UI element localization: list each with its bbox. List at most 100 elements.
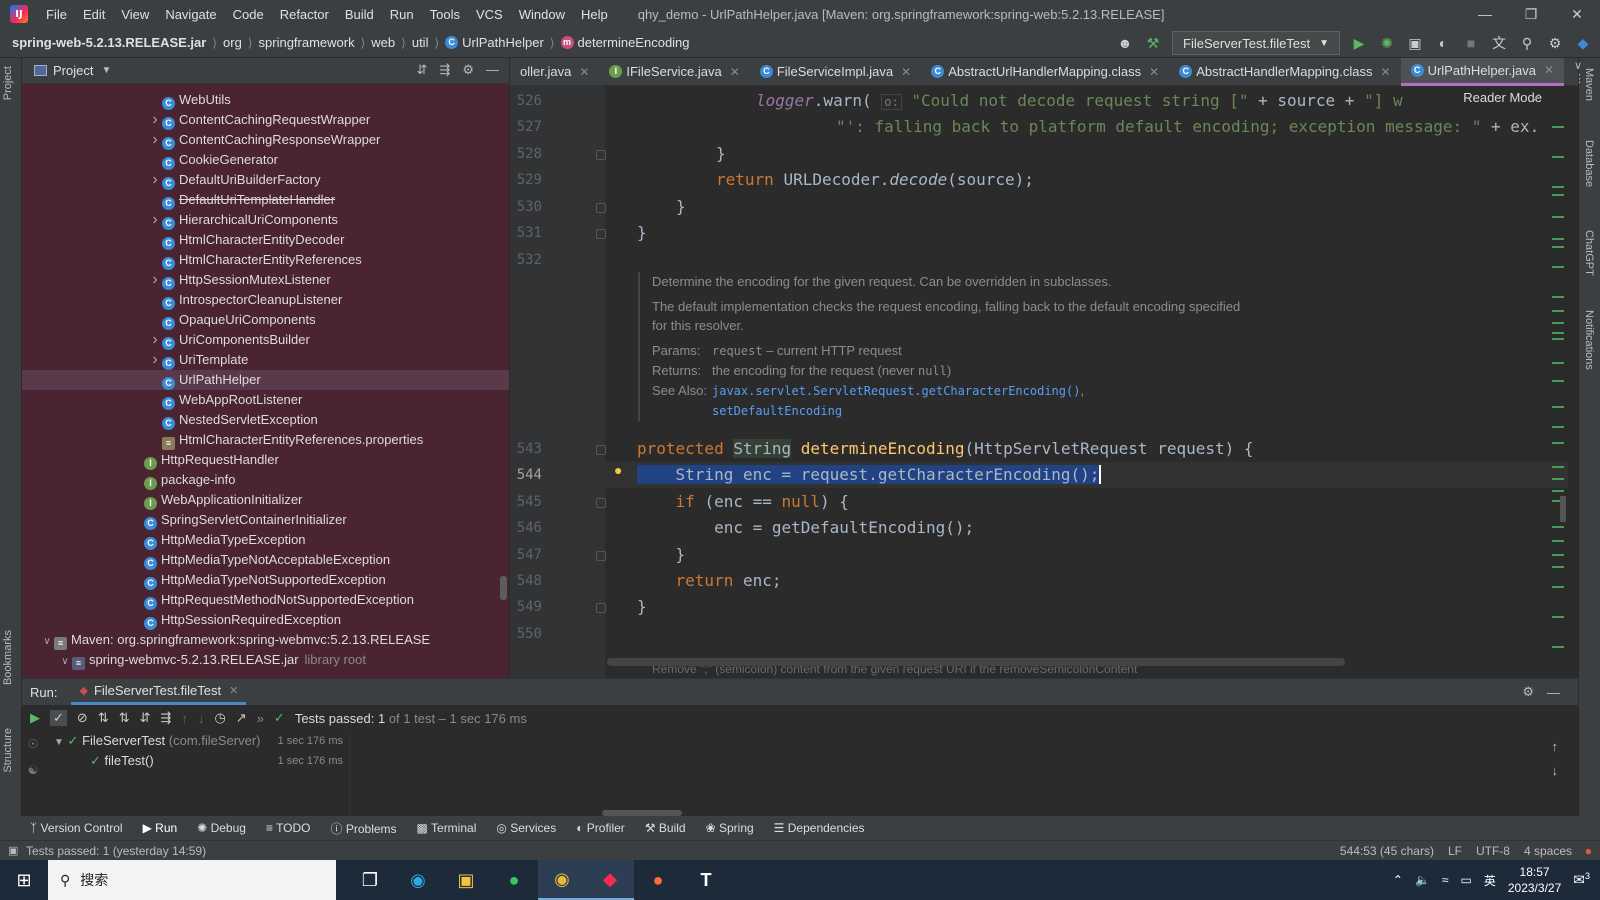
windows-start-icon[interactable]: ⊞ — [0, 870, 48, 891]
search-icon[interactable]: ⚲ — [1518, 34, 1536, 52]
pin-icon[interactable]: ☉ — [22, 731, 44, 757]
menu-window[interactable]: Window — [511, 7, 573, 22]
editor-scrollbar[interactable] — [1560, 496, 1566, 522]
fold-marker-icon[interactable] — [596, 445, 606, 455]
tool-run[interactable]: ▶ Run — [143, 821, 178, 835]
project-panel-title[interactable]: Project — [53, 63, 93, 78]
crumb-web[interactable]: web — [371, 35, 395, 50]
expand-all-icon[interactable]: ⇵ — [417, 62, 428, 78]
fold-marker-icon[interactable] — [596, 150, 606, 160]
menu-navigate[interactable]: Navigate — [157, 7, 224, 22]
menu-build[interactable]: Build — [337, 7, 382, 22]
gear-icon[interactable]: ⚙ — [462, 62, 474, 78]
tool-todo[interactable]: ≡ TODO — [266, 821, 311, 835]
chevron-down-icon[interactable]: ▼ — [54, 737, 64, 748]
menu-vcs[interactable]: VCS — [468, 7, 511, 22]
error-stripe-mark[interactable] — [1552, 322, 1564, 324]
code-editor[interactable]: 526 527 528 529 530 531 532 543 544 545 546 547 548 5… — [510, 86, 1568, 678]
tool-problems[interactable]: ⓘ Problems — [331, 820, 397, 837]
error-stripe-mark[interactable] — [1552, 554, 1564, 556]
tree-row[interactable]: ∨ ≡ Maven: org.springframework:spring-webm… — [22, 630, 509, 650]
tree-row[interactable]: C WebUtils — [22, 90, 509, 110]
error-stripe-mark[interactable] — [1552, 296, 1564, 298]
error-stripe-mark[interactable] — [1552, 156, 1564, 158]
tree-row[interactable]: I WebApplicationInitializer — [22, 490, 509, 510]
scroll-down-icon[interactable]: ↓ — [1552, 759, 1559, 783]
error-stripe-mark[interactable] — [1552, 478, 1564, 480]
notification-center-icon[interactable]: ✉3 — [1573, 871, 1590, 889]
editor-tab[interactable]: C AbstractHandlerMapping.class ✕ — [1169, 58, 1400, 86]
error-stripe-mark[interactable] — [1552, 540, 1564, 542]
error-stripe-mark[interactable] — [1552, 380, 1564, 382]
tool-terminal[interactable]: ▩ Terminal — [417, 821, 477, 835]
error-stripe-mark[interactable] — [1552, 186, 1564, 188]
battery-icon[interactable]: ▭ — [1461, 873, 1472, 887]
scroll-up-icon[interactable]: ↑ — [1552, 735, 1559, 759]
error-stripe-mark[interactable] — [1552, 238, 1564, 240]
menu-run[interactable]: Run — [382, 7, 422, 22]
camera-icon[interactable]: ☯ — [22, 757, 44, 783]
menu-edit[interactable]: Edit — [75, 7, 113, 22]
test-suite-row[interactable]: ▼ ✓ FileServerTest (com.fileServer) 1 se… — [46, 731, 349, 751]
tree-row[interactable]: › C UriComponentsBuilder — [22, 330, 509, 350]
horizontal-scrollbar[interactable] — [607, 658, 1345, 666]
chevron-down-icon[interactable]: ∨ — [40, 632, 54, 652]
fold-marker-icon[interactable] — [596, 603, 606, 613]
chevron-right-icon[interactable]: › — [148, 270, 162, 290]
sort-duration-icon[interactable]: ⇅ — [119, 710, 130, 726]
file-encoding[interactable]: UTF-8 — [1476, 844, 1510, 858]
chevron-down-icon[interactable]: ∨ — [58, 652, 72, 672]
stop-icon[interactable]: ■ — [1462, 34, 1480, 52]
postman-icon[interactable]: ● — [634, 860, 682, 900]
task-view-icon[interactable]: ❐ — [346, 860, 394, 900]
toggle-panels-icon[interactable]: ▣ — [8, 844, 18, 857]
wechat-icon[interactable]: ● — [490, 860, 538, 900]
line-number[interactable]: 547 — [510, 547, 542, 563]
fold-marker-icon[interactable] — [596, 203, 606, 213]
edge-icon[interactable]: ◉ — [394, 860, 442, 900]
export-icon[interactable]: ↗ — [236, 710, 247, 726]
line-number[interactable]: 527 — [510, 119, 542, 135]
close-icon[interactable]: ✕ — [1381, 65, 1391, 79]
close-icon[interactable]: ✕ — [730, 65, 740, 79]
run-tab-filetest[interactable]: ◆ FileServerTest.fileTest ✕ — [71, 679, 247, 705]
line-number[interactable]: 548 — [510, 573, 542, 589]
line-number[interactable]: 528 — [510, 146, 542, 162]
line-number[interactable]: 529 — [510, 172, 542, 188]
fold-marker-icon[interactable] — [596, 498, 606, 508]
clock[interactable]: 18:57 2023/3/27 — [1508, 864, 1561, 896]
crumb-jar[interactable]: spring-web-5.2.13.RELEASE.jar — [12, 35, 206, 50]
chevron-right-icon[interactable]: › — [148, 170, 162, 190]
editor-tab[interactable]: oller.java ✕ — [510, 58, 599, 86]
chevron-right-icon[interactable]: › — [148, 110, 162, 130]
close-icon[interactable]: ✕ — [1149, 65, 1159, 79]
line-number[interactable]: 532 — [510, 252, 542, 268]
line-number[interactable]: 549 — [510, 599, 542, 615]
database-tool-button[interactable]: Database — [1583, 140, 1595, 187]
tree-row[interactable]: › C HierarchicalUriComponents — [22, 210, 509, 230]
error-stripe-mark[interactable] — [1552, 406, 1564, 408]
next-failed-icon[interactable]: ↓ — [198, 711, 205, 726]
chevron-right-icon[interactable]: › — [148, 130, 162, 150]
tool-spring[interactable]: ❀ Spring — [706, 821, 754, 835]
bookmarks-tool-button[interactable]: Bookmarks — [2, 630, 14, 685]
chrome-icon[interactable]: ◉ — [538, 860, 586, 900]
taskbar-search[interactable]: ⚲ 搜索 — [48, 860, 336, 900]
tree-row[interactable]: C WebAppRootListener — [22, 390, 509, 410]
run-icon[interactable]: ▶ — [1350, 34, 1368, 52]
error-stripe-mark[interactable] — [1552, 566, 1564, 568]
indent-setting[interactable]: 4 spaces — [1524, 844, 1572, 858]
menu-view[interactable]: View — [113, 7, 157, 22]
tree-row[interactable]: Ipackage-info — [22, 470, 509, 490]
more-icon[interactable]: » — [257, 711, 264, 726]
file-explorer-icon[interactable]: ▣ — [442, 860, 490, 900]
error-stripe-mark[interactable] — [1552, 246, 1564, 248]
doc-link-getcharacterencoding[interactable]: javax.servlet.ServletRequest.getCharacte… — [712, 384, 1080, 398]
menu-file[interactable]: File — [38, 7, 75, 22]
tool-debug[interactable]: ✺ Debug — [197, 821, 246, 835]
line-separator[interactable]: LF — [1448, 844, 1462, 858]
coverage-icon[interactable]: ▣ — [1406, 34, 1424, 52]
tool-dependencies[interactable]: ☰ Dependencies — [774, 821, 865, 835]
editor-tab[interactable]: C UrlPathHelper.java ✕ — [1400, 57, 1565, 86]
tree-row[interactable]: C HttpMediaTypeNotAcceptableException — [22, 550, 509, 570]
